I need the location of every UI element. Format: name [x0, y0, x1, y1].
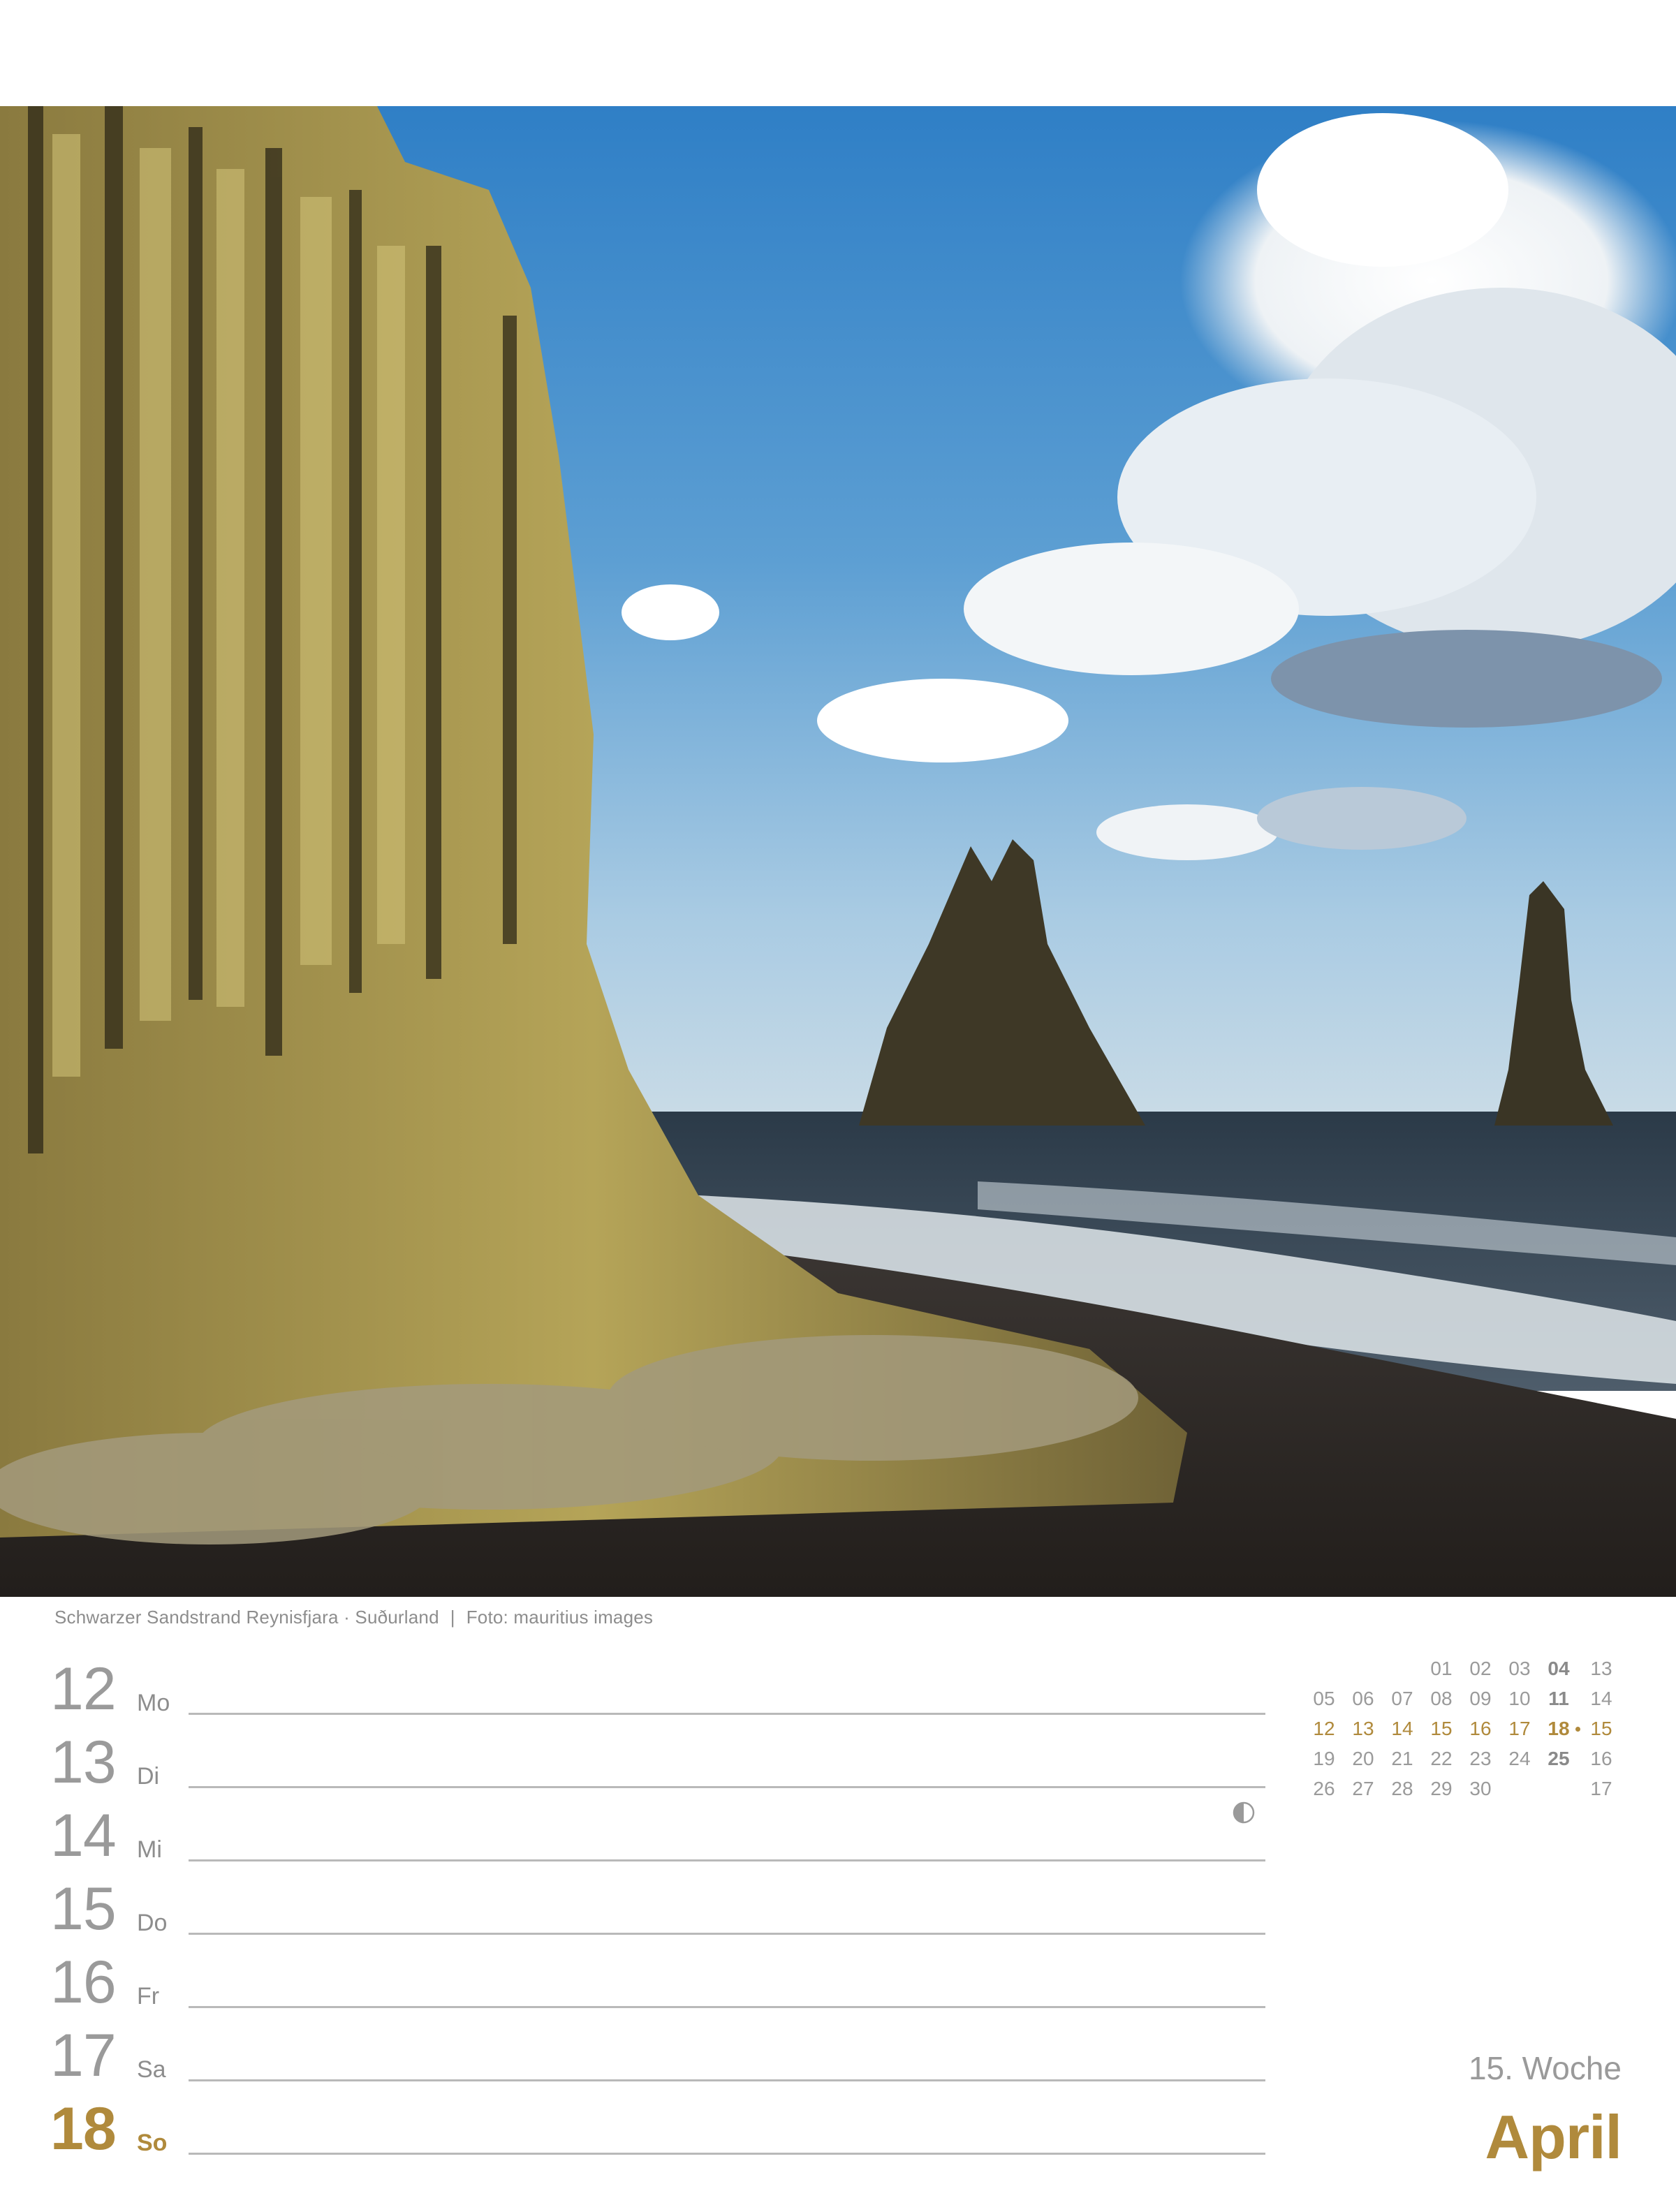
- mini-week-row: 26 27 28 29 30 17: [1306, 1774, 1627, 1804]
- day-row-friday[interactable]: 16 Fr: [50, 1942, 1265, 2015]
- caption-location: Schwarzer Sandstrand Reynisfjara · Suður…: [54, 1607, 439, 1628]
- mini-day: 26: [1313, 1778, 1335, 1799]
- mini-day: 27: [1352, 1778, 1374, 1799]
- mini-day: 09: [1469, 1688, 1492, 1709]
- weekday-label: Sa: [137, 2056, 166, 2083]
- writing-line: [189, 1933, 1265, 1935]
- half-moon-icon: [1233, 1801, 1255, 1824]
- month-title: April: [1485, 2102, 1622, 2172]
- mini-day: 24: [1508, 1748, 1531, 1769]
- day-row-sunday[interactable]: 18 So: [50, 2089, 1265, 2162]
- mini-day-sunday: 04: [1548, 1658, 1570, 1679]
- mini-day: 05: [1313, 1688, 1335, 1709]
- weekday-label: So: [137, 2130, 168, 2156]
- day-row-monday[interactable]: 12 Mo: [50, 1649, 1265, 1722]
- weekday-label: Mi: [137, 1836, 162, 1863]
- mini-day: 29: [1430, 1778, 1453, 1799]
- day-row-saturday[interactable]: 17 Sa: [50, 2016, 1265, 2088]
- day-row-tuesday[interactable]: 13 Di: [50, 1723, 1265, 1795]
- weekday-label: Fr: [137, 1983, 160, 2010]
- writing-line: [189, 2079, 1265, 2081]
- mini-day: 08: [1430, 1688, 1453, 1709]
- week-number-label: 15. Woche: [1468, 2050, 1622, 2086]
- day-number: 16: [50, 1949, 117, 2016]
- mini-day: 01: [1430, 1658, 1453, 1679]
- mini-day-current-week: 16: [1469, 1718, 1492, 1739]
- mini-week-number-current: 15: [1590, 1718, 1612, 1739]
- mini-day: 03: [1508, 1658, 1531, 1679]
- mini-day-current-week: 14: [1391, 1718, 1413, 1739]
- writing-line: [189, 1713, 1265, 1715]
- current-week-dot: [1575, 1727, 1580, 1732]
- mini-day-sunday: 25: [1548, 1748, 1570, 1769]
- weekday-label: Di: [137, 1763, 160, 1790]
- writing-line: [189, 2006, 1265, 2008]
- mini-day-current-week: 15: [1430, 1718, 1453, 1739]
- mini-day: 02: [1469, 1658, 1492, 1679]
- mini-day: 19: [1313, 1748, 1335, 1769]
- caption-separator: |: [450, 1607, 455, 1628]
- writing-line: [189, 2153, 1265, 2155]
- mini-week-number: 14: [1590, 1688, 1612, 1709]
- photo-caption: Schwarzer Sandstrand Reynisfjara · Suður…: [54, 1603, 653, 1631]
- day-number: 17: [50, 2022, 117, 2089]
- day-number: 13: [50, 1729, 117, 1796]
- day-number: 18: [50, 2095, 117, 2162]
- mini-week-row: 01 02 03 04 13: [1306, 1653, 1627, 1683]
- day-row-wednesday[interactable]: 14 Mi: [50, 1796, 1265, 1868]
- weekday-label: Mo: [137, 1690, 170, 1716]
- landscape-photo: [0, 106, 1676, 1597]
- mini-day-current-week: 13: [1352, 1718, 1374, 1739]
- mini-day: 23: [1469, 1748, 1492, 1769]
- day-row-thursday[interactable]: 15 Do: [50, 1869, 1265, 1942]
- mini-day-sunday: 11: [1548, 1688, 1569, 1709]
- mini-week-number: 13: [1590, 1658, 1612, 1679]
- mini-day-current-week: 17: [1508, 1718, 1531, 1739]
- day-number: 12: [50, 1656, 117, 1723]
- mini-week-row: 05 06 07 08 09 10 11 14: [1306, 1683, 1627, 1713]
- mini-day: 10: [1508, 1688, 1531, 1709]
- mini-day: 06: [1352, 1688, 1374, 1709]
- mini-day: 20: [1352, 1748, 1374, 1769]
- mini-day-current-week: 12: [1313, 1718, 1335, 1739]
- mini-week-number: 17: [1590, 1778, 1612, 1799]
- writing-line: [189, 1859, 1265, 1861]
- mini-day: 21: [1391, 1748, 1413, 1769]
- mini-week-row-current: 12 13 14 15 16 17 18 15: [1306, 1713, 1627, 1743]
- writing-line: [189, 1786, 1265, 1788]
- day-number: 15: [50, 1875, 117, 1942]
- mini-day: 07: [1391, 1688, 1413, 1709]
- mini-week-row: 19 20 21 22 23 24 25 16: [1306, 1743, 1627, 1774]
- mini-month-calendar: 01 02 03 04 13 05 06 07 08 09 10 11 14 1…: [1306, 1653, 1627, 1804]
- day-number: 14: [50, 1802, 117, 1869]
- mini-week-number: 16: [1590, 1748, 1612, 1769]
- caption-credit: Foto: mauritius images: [466, 1607, 654, 1628]
- weekday-label: Do: [137, 1910, 168, 1936]
- mini-day: 22: [1430, 1748, 1453, 1769]
- calendar-photo: [0, 106, 1676, 1597]
- mini-day-current-sunday: 18: [1548, 1718, 1570, 1739]
- mini-day: 30: [1469, 1778, 1492, 1799]
- mini-day: 28: [1391, 1778, 1413, 1799]
